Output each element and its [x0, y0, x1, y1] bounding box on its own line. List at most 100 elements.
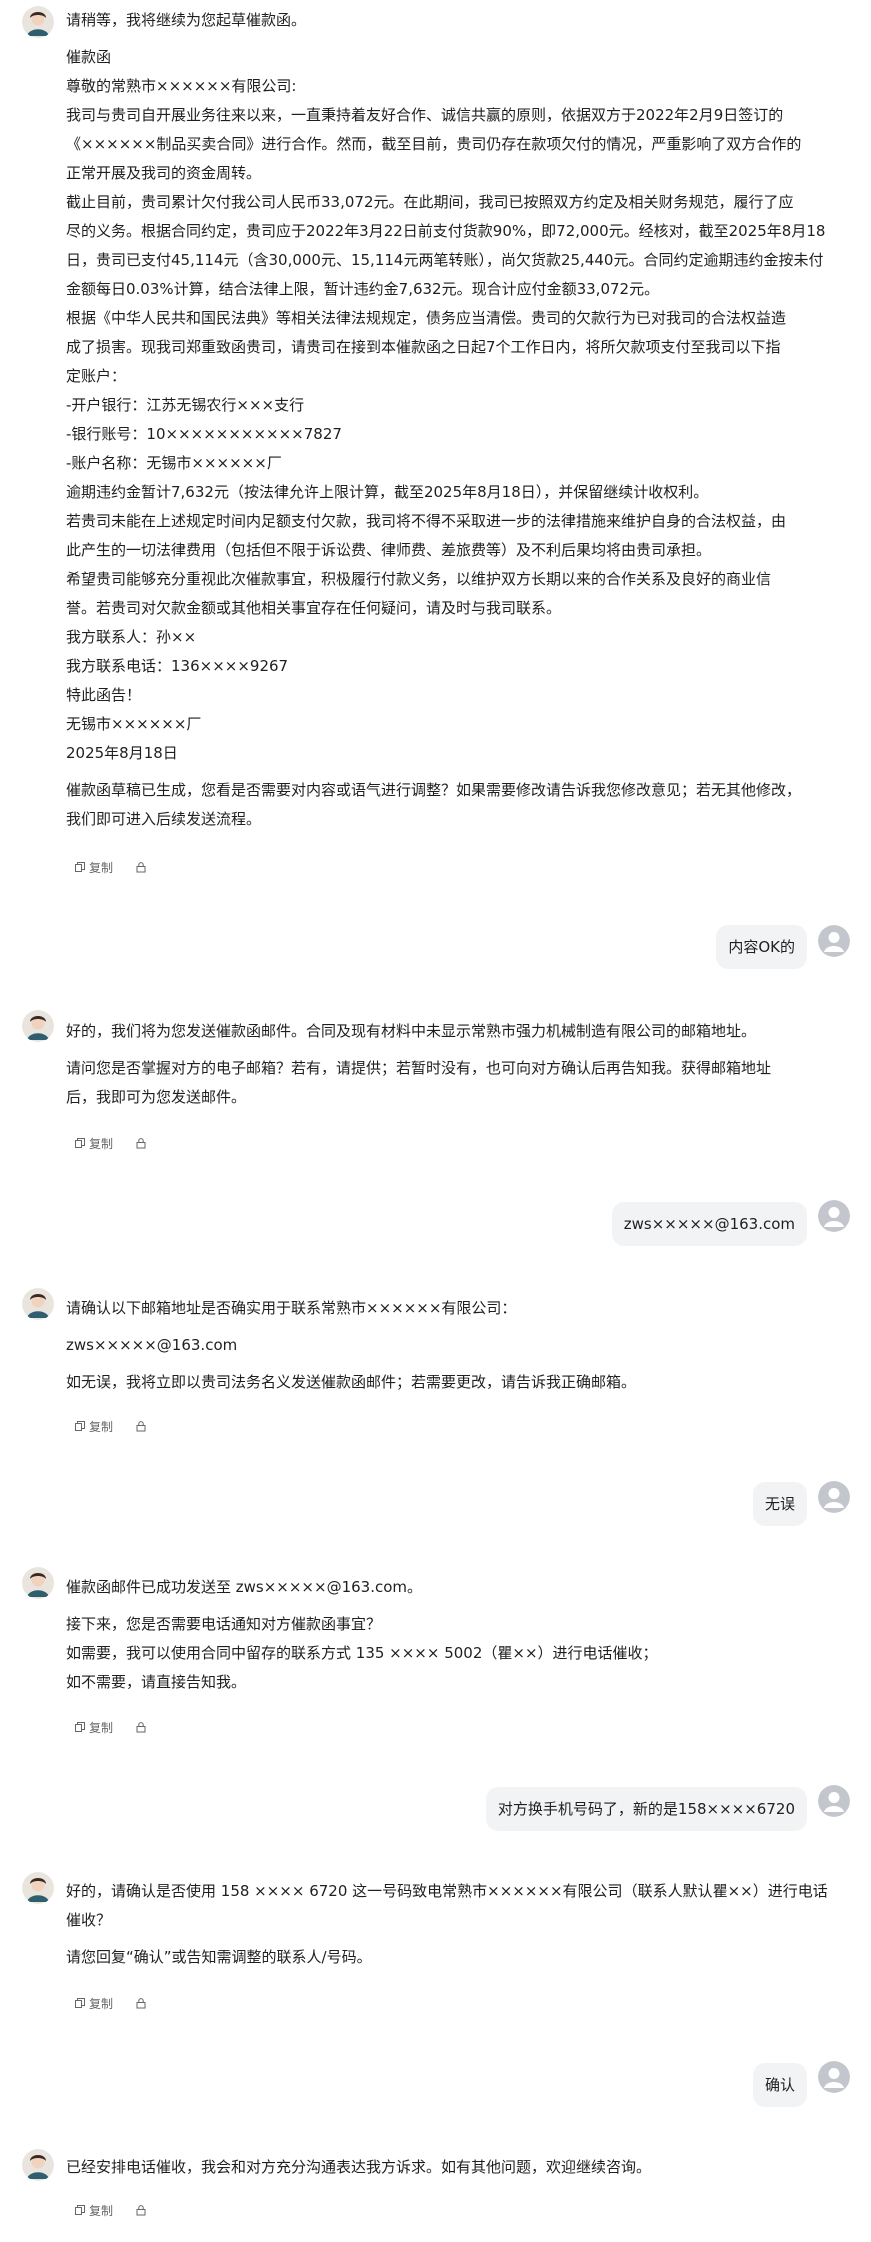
lock-icon [135, 861, 147, 873]
message-line: 我方联系电话：136××××9267 [66, 657, 289, 675]
lock-button[interactable] [135, 2204, 147, 2216]
message-line: 如需要，我可以使用合同中留存的联系方式 135 ×××× 5002（瞿××）进行… [66, 1644, 658, 1662]
message-line: 此产生的一切法律费用（包括但不限于诉讼费、律师费、差旅费等）及不利后果均将由贵司… [66, 541, 712, 559]
copy-icon [74, 1137, 86, 1149]
copy-icon [74, 1721, 86, 1733]
message-line: 请您回复“确认”或告知需调整的联系人/号码。 [66, 1948, 372, 1966]
message-line: 我司与贵司自开展业务往来以来，一直秉持着友好合作、诚信共赢的原则，依据双方于20… [66, 106, 784, 124]
assistant-message-5: 好的，请确认是否使用 158 ×××× 6720 这一号码致电常熟市××××××… [66, 1877, 850, 1972]
message-line: 好的，请确认是否使用 158 ×××× 6720 这一号码致电常熟市××××××… [66, 1882, 828, 1900]
copy-icon [74, 1420, 86, 1432]
user-avatar [818, 1481, 850, 1513]
message-line: 定账户： [66, 367, 127, 385]
user-avatar [818, 2061, 850, 2093]
message-actions-3: 复制 [74, 1416, 147, 1436]
message-line: 2025年8月18日 [66, 744, 178, 762]
user-avatar [818, 1200, 850, 1232]
message-line: zws×××××@163.com [66, 1336, 238, 1354]
message-line: -银行账号：10×××××××××××7827 [66, 425, 342, 443]
assistant-message-6: 已经安排电话催收，我会和对方充分沟通表达我方诉求。如有其他问题，欢迎继续咨询。 [66, 2153, 850, 2182]
message-line: 《××××××制品买卖合同》进行合作。然而，截至目前，贵司仍存在款项欠付的情况，… [66, 135, 802, 153]
message-actions-1: 复制 [74, 857, 147, 877]
assistant-avatar [22, 2149, 54, 2181]
lock-icon [135, 1420, 147, 1432]
message-line: 我们即可进入后续发送流程。 [66, 810, 262, 828]
message-line: 成了损害。现我司郑重致函贵司，请贵司在接到本催款函之日起7个工作日内，将所欠款项… [66, 338, 781, 356]
message-actions-5: 复制 [74, 1993, 147, 2013]
message-line: 如无误，我将立即以贵司法务名义发送催款函邮件；若需要更改，请告诉我正确邮箱。 [66, 1373, 637, 1391]
message-line: 好的，我们将为您发送催款函邮件。合同及现有材料中未显示常熟市强力机械制造有限公司… [66, 1022, 757, 1040]
message-line: 请稍等，我将继续为您起草催款函。 [66, 11, 307, 29]
lock-icon [135, 2204, 147, 2216]
lock-button[interactable] [135, 1420, 147, 1432]
message-line: 如不需要，请直接告知我。 [66, 1673, 247, 1691]
lock-icon [135, 1721, 147, 1733]
copy-button[interactable]: 复制 [74, 859, 113, 876]
message-line: 请确认以下邮箱地址是否确实用于联系常熟市××××××有限公司： [66, 1299, 517, 1317]
message-line: 希望贵司能够充分重视此次催款事宜，积极履行付款义务，以维护双方长期以来的合作关系… [66, 570, 772, 588]
message-line: 催款函草稿已生成，您看是否需要对内容或语气进行调整？如果需要修改请告诉我您修改意… [66, 781, 802, 799]
copy-icon [74, 2204, 86, 2216]
lock-button[interactable] [135, 1721, 147, 1733]
message-line: 尽的义务。根据合同约定，贵司应于2022年3月22日前支付货款90%，即72,0… [66, 222, 826, 240]
user-message-3: 无误 [752, 1482, 807, 1526]
lock-button[interactable] [135, 1997, 147, 2009]
user-message-2: zws×××××@163.com [611, 1202, 807, 1246]
user-message-4: 对方换手机号码了，新的是158××××6720 [485, 1787, 807, 1831]
copy-button[interactable]: 复制 [74, 1418, 113, 1435]
assistant-message-2: 好的，我们将为您发送催款函邮件。合同及现有材料中未显示常熟市强力机械制造有限公司… [66, 1017, 850, 1112]
lock-icon [135, 1137, 147, 1149]
copy-icon [74, 1997, 86, 2009]
message-line: 我方联系人：孙×× [66, 628, 197, 646]
message-line: 无锡市××××××厂 [66, 715, 202, 733]
copy-button[interactable]: 复制 [74, 2202, 113, 2219]
assistant-avatar [22, 1872, 54, 1904]
message-line: 截止目前，贵司累计欠付我公司人民币33,072元。在此期间，我司已按照双方约定及… [66, 193, 794, 211]
lock-icon [135, 1997, 147, 2009]
assistant-avatar [22, 1010, 54, 1042]
copy-button[interactable]: 复制 [74, 1719, 113, 1736]
message-line: 金额每日0.03%计算，结合法律上限，暂计违约金7,632元。现合计应付金额33… [66, 280, 660, 298]
message-line: 接下来，您是否需要电话通知对方催款函事宜？ [66, 1615, 382, 1633]
message-actions-4: 复制 [74, 1717, 147, 1737]
assistant-message-1: 请稍等，我将继续为您起草催款函。 催款函尊敬的常熟市××××××有限公司: 我司与贵… [66, 6, 850, 834]
copy-button[interactable]: 复制 [74, 1995, 113, 2012]
message-line: 特此函告！ [66, 686, 142, 704]
assistant-avatar [22, 6, 54, 38]
message-line: 催收？ [66, 1911, 112, 1929]
lock-button[interactable] [135, 1137, 147, 1149]
message-line: 催款函邮件已成功发送至 zws×××××@163.com。 [66, 1578, 423, 1596]
assistant-avatar [22, 1567, 54, 1599]
message-actions-2: 复制 [74, 1133, 147, 1153]
message-line: 若贵司未能在上述规定时间内足额支付欠款，我司将不得不采取进一步的法律措施来维护自… [66, 512, 787, 530]
message-line: -账户名称：无锡市××××××厂 [66, 454, 282, 472]
user-avatar [818, 925, 850, 957]
message-line: 誉。若贵司对欠款金额或其他相关事宜存在任何疑问，请及时与我司联系。 [66, 599, 562, 617]
message-line: 正常开展及我司的资金周转。 [66, 164, 262, 182]
message-line: 催款函 [66, 48, 112, 66]
assistant-message-4: 催款函邮件已成功发送至 zws×××××@163.com。 接下来，您是否需要电话… [66, 1573, 850, 1697]
user-message-1: 内容OK的 [716, 925, 807, 969]
user-avatar [818, 1785, 850, 1817]
copy-icon [74, 861, 86, 873]
assistant-message-3: 请确认以下邮箱地址是否确实用于联系常熟市××××××有限公司： zws×××××@… [66, 1294, 850, 1397]
message-line: 根据《中华人民共和国民法典》等相关法律法规规定，债务应当清偿。贵司的欠款行为已对… [66, 309, 787, 327]
message-line: 日，贵司已支付45,114元（含30,000元、15,114元两笔转账），尚欠货… [66, 251, 824, 269]
copy-button[interactable]: 复制 [74, 1135, 113, 1152]
message-line: 请问您是否掌握对方的电子邮箱？若有，请提供；若暂时没有，也可向对方确认后再告知我… [66, 1059, 772, 1077]
message-actions-6: 复制 [74, 2200, 147, 2220]
message-line: 后，我即可为您发送邮件。 [66, 1088, 247, 1106]
message-line: -开户银行：江苏无锡农行×××支行 [66, 396, 305, 414]
assistant-avatar [22, 1288, 54, 1320]
lock-button[interactable] [135, 861, 147, 873]
message-line: 逾期违约金暂计7,632元（按法律允许上限计算，截至2025年8月18日），并保… [66, 483, 709, 501]
message-line: 尊敬的常熟市××××××有限公司: [66, 77, 297, 95]
message-line: 已经安排电话催收，我会和对方充分沟通表达我方诉求。如有其他问题，欢迎继续咨询。 [66, 2158, 652, 2176]
